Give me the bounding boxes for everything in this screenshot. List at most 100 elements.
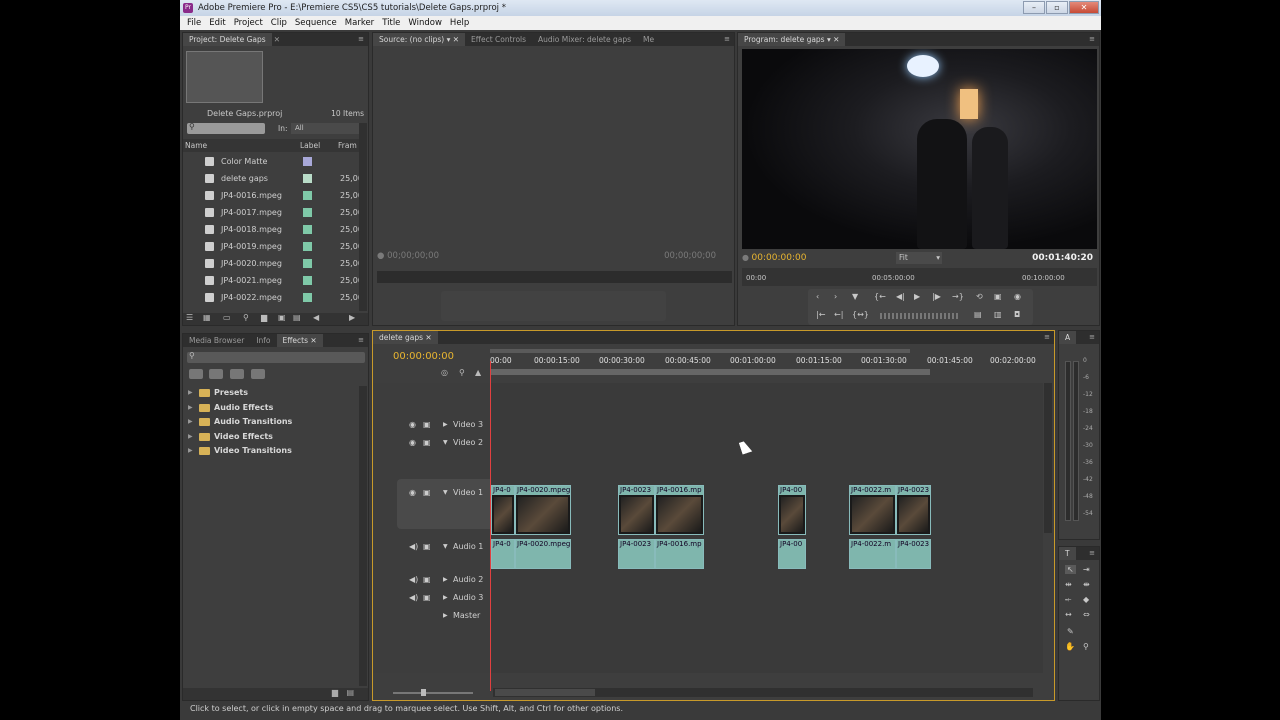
project-item[interactable]: JP4-0021.mpeg 25,00 xyxy=(183,272,363,289)
column-frame[interactable]: Fram xyxy=(338,139,357,152)
find-icon[interactable]: ⚲ xyxy=(243,313,249,322)
new-bin-icon[interactable]: ▆ xyxy=(261,313,267,322)
video-clip[interactable]: JP4-0020.mpeg xyxy=(515,485,571,535)
new-custom-bin-icon[interactable] xyxy=(251,369,265,379)
tab-media-browser[interactable]: Media Browser xyxy=(183,334,250,347)
expand-triangle-icon[interactable]: ▶ xyxy=(188,430,193,444)
go-to-out-icon[interactable]: →} xyxy=(952,292,964,301)
panel-menu-icon[interactable]: ≡ xyxy=(358,336,364,344)
panel-menu-icon[interactable]: ≡ xyxy=(1089,333,1095,341)
effects-folder[interactable]: ▶ Audio Transitions xyxy=(183,415,353,429)
video-clip[interactable]: JP4-0023 xyxy=(896,485,931,535)
expand-triangle-icon[interactable]: ▶ xyxy=(188,415,193,429)
effects-folder[interactable]: ▶ Audio Effects xyxy=(183,401,353,415)
expand-triangle-icon[interactable]: ▶ xyxy=(188,444,193,458)
32bit-effects-icon[interactable] xyxy=(209,369,223,379)
expand-triangle-icon[interactable]: ▶ xyxy=(443,594,448,601)
step-forward-icon[interactable]: |▶ xyxy=(932,292,941,301)
yuv-effects-icon[interactable] xyxy=(230,369,244,379)
camera-icon[interactable]: ◘ xyxy=(1014,310,1020,319)
tab-program[interactable]: Program: delete gaps ▾ ✕ xyxy=(738,33,846,46)
expand-triangle-icon[interactable]: ▶ xyxy=(443,421,448,428)
lock-icon[interactable]: ▣ xyxy=(423,593,431,602)
playhead-line[interactable] xyxy=(490,361,491,691)
rolling-edit-tool-icon[interactable]: ⇼ xyxy=(1083,580,1090,589)
program-current-timecode[interactable]: ● 00:00:00:00 xyxy=(742,253,806,263)
expand-triangle-icon[interactable]: ▼ xyxy=(443,543,448,550)
menu-marker[interactable]: Marker xyxy=(341,16,378,30)
project-item[interactable]: JP4-0020.mpeg 25,00 xyxy=(183,255,363,272)
project-item[interactable]: JP4-0022.mpeg 25,00 xyxy=(183,289,363,306)
project-search-input[interactable]: ⚲ xyxy=(187,122,265,134)
menu-clip[interactable]: Clip xyxy=(267,16,291,30)
export-frame-icon[interactable]: ▤ xyxy=(974,310,982,319)
expand-triangle-icon[interactable]: ▼ xyxy=(443,439,448,446)
menu-sequence[interactable]: Sequence xyxy=(291,16,341,30)
lock-icon[interactable]: ▣ xyxy=(423,488,431,497)
speaker-icon[interactable]: ◀) xyxy=(409,575,418,584)
effects-folder[interactable]: ▶ Presets xyxy=(183,386,353,400)
go-to-in-icon[interactable]: {← xyxy=(874,292,886,301)
eye-icon[interactable]: ◉ xyxy=(409,438,416,447)
effects-folder[interactable]: ▶ Video Effects xyxy=(183,430,353,444)
jog-shuttle[interactable] xyxy=(880,313,960,319)
panel-menu-icon[interactable]: ≡ xyxy=(1044,333,1050,341)
menu-edit[interactable]: Edit xyxy=(205,16,229,30)
close-button[interactable]: ✕ xyxy=(1069,1,1099,14)
minimize-button[interactable]: – xyxy=(1023,1,1045,14)
panel-menu-icon[interactable]: ≡ xyxy=(1089,549,1095,557)
timeline-vertical-scrollbar[interactable] xyxy=(1044,383,1052,533)
delete-icon[interactable]: ▤ xyxy=(346,688,354,697)
automate-icon[interactable]: ▭ xyxy=(223,313,231,322)
audio-clip[interactable]: JP4-0023 xyxy=(618,539,655,569)
scroll-right-icon[interactable]: ▶ xyxy=(349,313,355,322)
menu-help[interactable]: Help xyxy=(446,16,473,30)
zoom-tool-icon[interactable]: ⚲ xyxy=(1083,642,1089,651)
menu-file[interactable]: File xyxy=(183,16,205,30)
set-in-icon[interactable]: ‹ xyxy=(816,292,819,301)
selection-tool-icon[interactable]: ↖ xyxy=(1065,565,1076,574)
video-clip[interactable]: JP4-0 xyxy=(491,485,515,535)
audio-clip[interactable]: JP4-0020.mpeg xyxy=(515,539,571,569)
icon-view-icon[interactable]: ▦ xyxy=(203,313,211,322)
effects-folder[interactable]: ▶ Video Transitions xyxy=(183,444,353,458)
video-clip[interactable]: JP4-0022.m xyxy=(849,485,896,535)
effects-scrollbar[interactable] xyxy=(359,386,367,686)
project-scrollbar[interactable] xyxy=(359,123,367,311)
tab-metadata[interactable]: Me xyxy=(637,33,660,46)
loop-icon[interactable]: ⟲ xyxy=(976,292,983,301)
project-item[interactable]: delete gaps 25,00 xyxy=(183,170,363,187)
track-select-tool-icon[interactable]: ⇥ xyxy=(1083,565,1090,574)
speaker-icon[interactable]: ◀) xyxy=(409,593,418,602)
accelerated-effects-icon[interactable] xyxy=(189,369,203,379)
panel-menu-icon[interactable]: ≡ xyxy=(1089,35,1095,43)
scrollbar-thumb[interactable] xyxy=(495,689,595,696)
pen-tool-icon[interactable]: ✎ xyxy=(1067,627,1074,636)
lock-icon[interactable]: ▣ xyxy=(423,438,431,447)
scroll-left-icon[interactable]: ◀ xyxy=(313,313,319,322)
tab-project[interactable]: Project: Delete Gaps xyxy=(183,33,272,46)
tab-audio-meters[interactable]: A xyxy=(1059,331,1077,344)
project-item[interactable]: JP4-0016.mpeg 25,00 xyxy=(183,187,363,204)
lock-icon[interactable]: ▣ xyxy=(423,575,431,584)
expand-triangle-icon[interactable]: ▼ xyxy=(443,489,448,496)
audio-clip[interactable]: JP4-0023 xyxy=(896,539,931,569)
panel-menu-icon[interactable]: ≡ xyxy=(724,35,730,43)
zoom-handle[interactable] xyxy=(421,689,426,696)
slide-tool-icon[interactable]: ⇔ xyxy=(1083,610,1090,619)
tab-tools[interactable]: T xyxy=(1059,547,1076,560)
tab-close-icon[interactable]: ✕ xyxy=(272,33,282,46)
project-item[interactable]: JP4-0019.mpeg 25,00 xyxy=(183,238,363,255)
project-item[interactable]: Color Matte xyxy=(183,153,363,170)
panel-menu-icon[interactable]: ≡ xyxy=(358,35,364,43)
expand-triangle-icon[interactable]: ▶ xyxy=(443,612,448,619)
clear-icon[interactable]: ▤ xyxy=(293,313,301,322)
eye-icon[interactable]: ◉ xyxy=(409,420,416,429)
expand-triangle-icon[interactable]: ▶ xyxy=(443,576,448,583)
slip-tool-icon[interactable]: ↔ xyxy=(1065,610,1072,619)
expand-triangle-icon[interactable]: ▶ xyxy=(188,386,193,400)
razor-tool-icon[interactable]: ◆ xyxy=(1083,595,1089,604)
project-item[interactable]: JP4-0018.mpeg 25,00 xyxy=(183,221,363,238)
tab-effects[interactable]: Effects ✕ xyxy=(276,334,323,347)
audio-clip[interactable]: JP4-00 xyxy=(778,539,806,569)
